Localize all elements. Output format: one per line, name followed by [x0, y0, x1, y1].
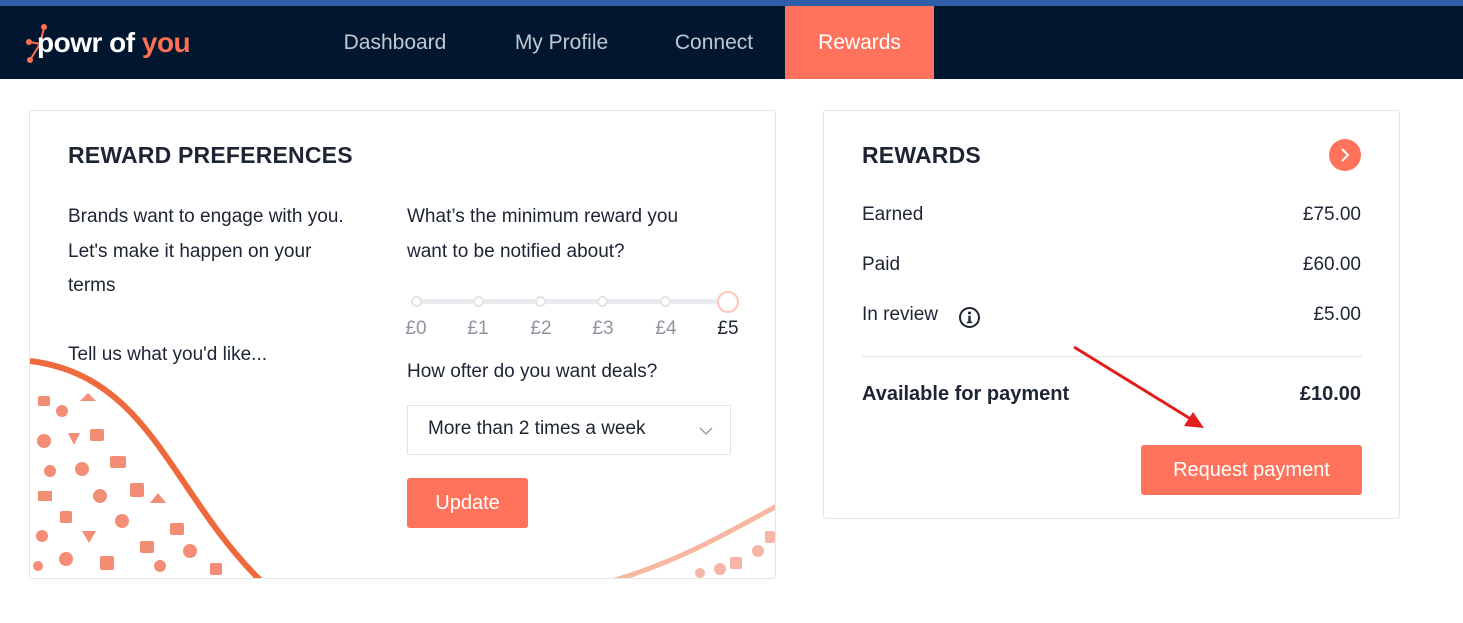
- logo-wordmark: powr of you: [37, 27, 191, 58]
- slider-tick-label: £4: [655, 318, 677, 339]
- in-review-label: In review: [862, 304, 939, 325]
- rewards-title: REWARDS: [862, 142, 981, 168]
- nav-connect[interactable]: Connect: [653, 6, 775, 79]
- rewards-details-button[interactable]: [1329, 139, 1361, 171]
- slider-tick-label: £1: [467, 318, 489, 339]
- min-reward-slider-handle[interactable]: [717, 291, 739, 313]
- slider-stop[interactable]: [411, 296, 422, 307]
- earned-label: Earned: [862, 204, 924, 225]
- powr-of-you-logo[interactable]: powr of you: [26, 22, 206, 66]
- chevron-down-icon: [699, 427, 713, 436]
- update-button[interactable]: Update: [407, 478, 528, 528]
- question-line: want to be notified about?: [407, 240, 625, 262]
- min-reward-question: What’s the minimum reward you want to be…: [407, 200, 678, 269]
- slider-stop[interactable]: [535, 296, 546, 307]
- slider-tick-label: £3: [592, 318, 614, 339]
- slider-tick-label: £0: [405, 318, 427, 339]
- reward-preferences-title: REWARD PREFERENCES: [68, 142, 353, 168]
- top-navbar: powr of you Dashboard My Profile Connect…: [0, 6, 1463, 79]
- earned-value: £75.00: [1302, 204, 1361, 225]
- frequency-select-value: More than 2 times a week: [428, 418, 646, 439]
- rewards-divider: [862, 356, 1362, 357]
- info-icon[interactable]: [958, 306, 981, 329]
- paid-value: £60.00: [1302, 254, 1361, 275]
- intro-line: Let's make it happen on your: [68, 240, 312, 262]
- intro-line: terms: [68, 275, 116, 296]
- frequency-select[interactable]: More than 2 times a week: [407, 405, 731, 455]
- slider-tick-label: £2: [530, 318, 552, 339]
- question-line: What’s the minimum reward you: [407, 206, 679, 227]
- request-payment-button[interactable]: Request payment: [1141, 445, 1362, 495]
- min-reward-slider-track[interactable]: [417, 299, 728, 304]
- slider-stop[interactable]: [473, 296, 484, 307]
- slider-stop[interactable]: [660, 296, 671, 307]
- intro-text: Brands want to engage with you. Let's ma…: [68, 200, 344, 304]
- nav-rewards[interactable]: Rewards: [785, 6, 934, 79]
- nav-dashboard[interactable]: Dashboard: [320, 6, 470, 79]
- in-review-value: £5.00: [1313, 304, 1361, 325]
- chevron-right-icon: [1341, 148, 1350, 162]
- intro-line: Brands want to engage with you.: [68, 206, 344, 227]
- available-label: Available for payment: [862, 383, 1070, 405]
- prompt-text: Tell us what you'd like...: [68, 344, 267, 365]
- nav-my-profile[interactable]: My Profile: [490, 6, 633, 79]
- frequency-question: How ofter do you want deals?: [407, 361, 658, 382]
- paid-label: Paid: [862, 254, 901, 275]
- slider-tick-label-selected: £5: [717, 318, 739, 339]
- slider-stop[interactable]: [597, 296, 608, 307]
- available-value: £10.00: [1299, 383, 1361, 405]
